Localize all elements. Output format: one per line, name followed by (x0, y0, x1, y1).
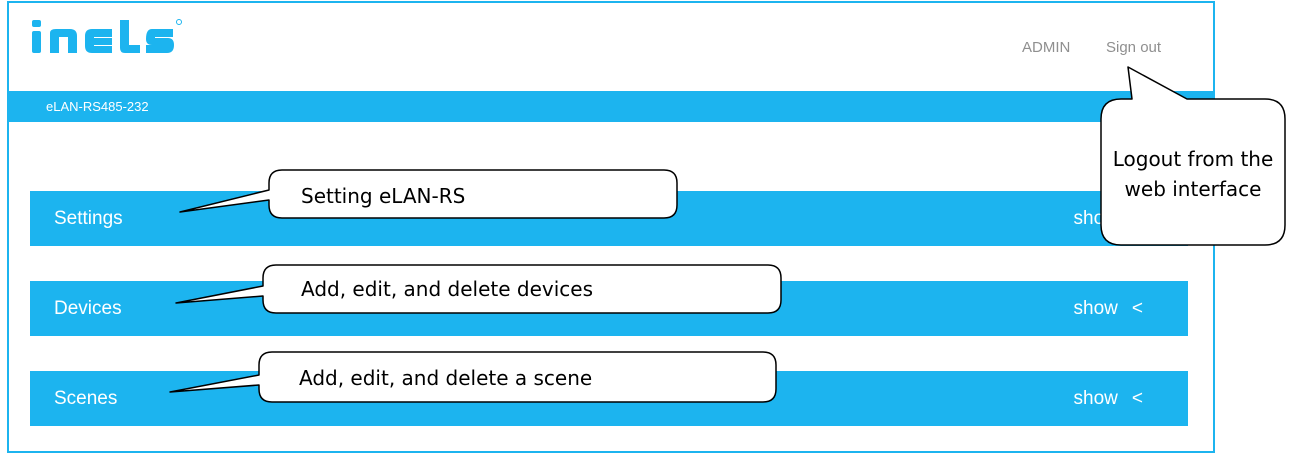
device-name-bar: eLAN-RS485-232 (9, 91, 1213, 122)
show-label: show (1073, 298, 1118, 319)
section-toggle-scenes[interactable]: show < (1074, 388, 1143, 410)
callout-text-scenes: Add, edit, and delete a scene (299, 366, 593, 390)
section-settings[interactable]: Settings show < (30, 191, 1188, 246)
show-label: show (1073, 208, 1118, 229)
section-toggle-settings[interactable]: show < (1074, 208, 1143, 230)
section-title-scenes: Scenes (54, 388, 118, 409)
device-name-label: eLAN-RS485-232 (46, 99, 149, 114)
section-devices[interactable]: Devices show < (30, 281, 1188, 336)
callout-text-devices: Add, edit, and delete devices (301, 277, 594, 301)
chevron-left-icon: < (1131, 208, 1143, 229)
admin-user-label[interactable]: ADMIN (1022, 39, 1070, 56)
callout-text-logout: Logout from the web interface (1112, 147, 1274, 201)
section-scenes[interactable]: Scenes show < (30, 371, 1188, 426)
section-toggle-devices[interactable]: show < (1074, 298, 1143, 320)
callout-text-settings: Setting eLAN-RS (301, 184, 466, 208)
section-title-devices: Devices (54, 298, 122, 319)
section-title-settings: Settings (54, 208, 123, 229)
inels-logo (32, 19, 182, 53)
show-label: show (1073, 388, 1118, 409)
sign-out-link[interactable]: Sign out (1106, 39, 1161, 56)
chevron-left-icon: < (1131, 388, 1143, 409)
chevron-left-icon: < (1131, 298, 1143, 319)
